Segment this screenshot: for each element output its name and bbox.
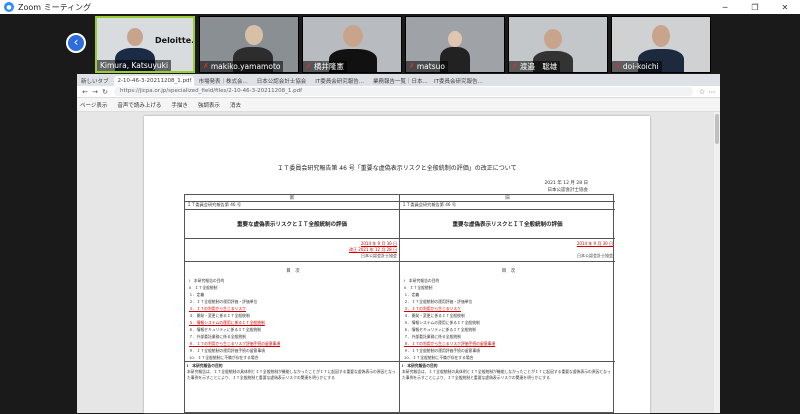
menu-icon[interactable]: ⋯ (707, 88, 717, 96)
pdf-page: ＩＴ委員会研究報告第 46 号「重要な虚偽表示リスクと全般統制の評価」の改正につ… (144, 116, 650, 414)
browser-tab[interactable]: 業務報告一覧｜日本... (369, 76, 429, 86)
participant-tile[interactable]: Deloitte. Kimura, Katsuyuki (95, 16, 195, 73)
star-icon[interactable]: ☆ (697, 88, 707, 96)
comparison-table: 新 ＩＴ委員会研究報告第 46 号 重要な虚偽表示リスクとＩＴ全般統制の評価 2… (184, 194, 615, 414)
browser-tab[interactable]: IT委員会研究報告... (311, 76, 368, 86)
toc-title: 目 次 (501, 269, 516, 274)
column-header: 旧 (400, 195, 615, 202)
zoom-logo-icon: ● (4, 2, 14, 12)
new-column: 新 ＩＴ委員会研究報告第 46 号 重要な虚偽表示リスクとＩＴ全般統制の評価 2… (185, 195, 400, 414)
browser-tab[interactable]: 日本公認会計士協会 (253, 76, 311, 86)
participant-tile[interactable]: ✗ makiko.yamamoto (199, 16, 299, 73)
document-title: ＩＴ委員会研究報告第 46 号「重要な虚偽表示リスクと全般統制の評価」の改正につ… (277, 165, 517, 172)
browser-tab-active[interactable]: 2-10-46-3-20211208_1.pdf (113, 76, 194, 86)
draw-button[interactable]: 手描き (171, 101, 188, 109)
participant-tile[interactable]: ✗ doi-koichi (611, 16, 711, 73)
participant-tile[interactable]: ✗ 渡邉 聡雄 (508, 16, 608, 73)
close-icon[interactable]: ✕ (770, 3, 800, 12)
document-date: 2021 年 12 月 28 日 (544, 181, 588, 186)
participant-name: makiko.yamamoto (210, 62, 281, 71)
browser-tab[interactable]: 市場発表｜株式会... (195, 76, 252, 86)
mic-muted-icon: ✗ (203, 62, 209, 70)
back-icon[interactable]: ← (80, 88, 90, 96)
report-number: ＩＴ委員会研究報告第 46 号 (400, 202, 615, 210)
column-header: 新 (185, 195, 399, 202)
previous-page-button[interactable]: ‹ (66, 33, 86, 53)
pdf-viewer: ＩＴ委員会研究報告第 46 号「重要な虚偽表示リスクと全般統制の評価」の改正につ… (77, 112, 720, 414)
participant-tile[interactable]: ✗ matsuo (405, 16, 505, 73)
participant-name: 横井隆憲 (313, 62, 344, 71)
report-title: 重要な虚偽表示リスクとＩＴ全般統制の評価 (185, 210, 399, 239)
org-name: 日本公認会計士協会 (577, 253, 613, 258)
title-bar: ● Zoom ミーティング ─ ❐ ✕ (0, 0, 800, 14)
page-view-button[interactable]: ページ表示 (80, 101, 107, 109)
mic-muted-icon: ✗ (306, 62, 312, 70)
browser-tab[interactable]: IT委員会研究報告... (430, 76, 487, 86)
url-input[interactable]: https://jicpa.or.jp/specialized_field/fi… (114, 87, 693, 96)
address-bar: ← → ↻ https://jicpa.or.jp/specialized_fi… (77, 86, 720, 98)
report-number: ＩＴ委員会研究報告第 46 号 (185, 202, 399, 210)
org-name: 日本公認会計士協会 (361, 253, 397, 258)
document-org: 日本公認会計士協会 (547, 188, 589, 193)
participant-strip: Deloitte. Kimura, Katsuyuki ✗ makiko.yama… (0, 14, 800, 74)
browser-tab-bar: 新しいタブ 2-10-46-3-20211208_1.pdf 市場発表｜株式会.… (77, 74, 720, 86)
participant-tile[interactable]: ✗ 横井隆憲 (302, 16, 402, 73)
forward-icon[interactable]: → (90, 88, 100, 96)
window-title: Zoom ミーティング (18, 2, 92, 12)
participant-name: matsuo (416, 62, 445, 71)
read-aloud-button[interactable]: 音声で読み上げる (117, 101, 161, 109)
document-date-block: 2021 年 12 月 28 日 日本公認会計士協会 (544, 180, 588, 194)
toc-title: 目 次 (286, 269, 300, 274)
mic-muted-icon: ✗ (512, 62, 518, 70)
maximize-icon[interactable]: ❐ (740, 3, 770, 12)
highlight-button[interactable]: 強調表示 (198, 101, 220, 109)
participant-name: 渡邉 聡雄 (519, 62, 558, 71)
mic-muted-icon: ✗ (409, 62, 415, 70)
participant-name: doi-koichi (622, 62, 659, 71)
zoom-window: ● Zoom ミーティング ─ ❐ ✕ Deloitte. Kimura, Ka… (0, 0, 800, 414)
pdf-toolbar: ページ表示 音声で読み上げる 手描き 強調表示 消去 (77, 98, 720, 112)
deloitte-logo: Deloitte. (155, 36, 195, 45)
minimize-icon[interactable]: ─ (710, 3, 740, 12)
mic-muted-icon: ✗ (615, 62, 621, 70)
browser-tab[interactable]: 新しいタブ (77, 76, 113, 86)
report-title: 重要な虚偽表示リスクとＩＴ全般統制の評価 (400, 210, 615, 239)
reload-icon[interactable]: ↻ (100, 88, 110, 96)
old-column: 旧 ＩＴ委員会研究報告第 46 号 重要な虚偽表示リスクとＩＴ全般統制の評価 2… (400, 195, 615, 380)
shared-screen-browser: 新しいタブ 2-10-46-3-20211208_1.pdf 市場発表｜株式会.… (77, 74, 720, 414)
participant-name: Kimura, Katsuyuki (100, 61, 169, 70)
scrollbar[interactable] (714, 112, 720, 413)
erase-button[interactable]: 消去 (230, 101, 241, 109)
